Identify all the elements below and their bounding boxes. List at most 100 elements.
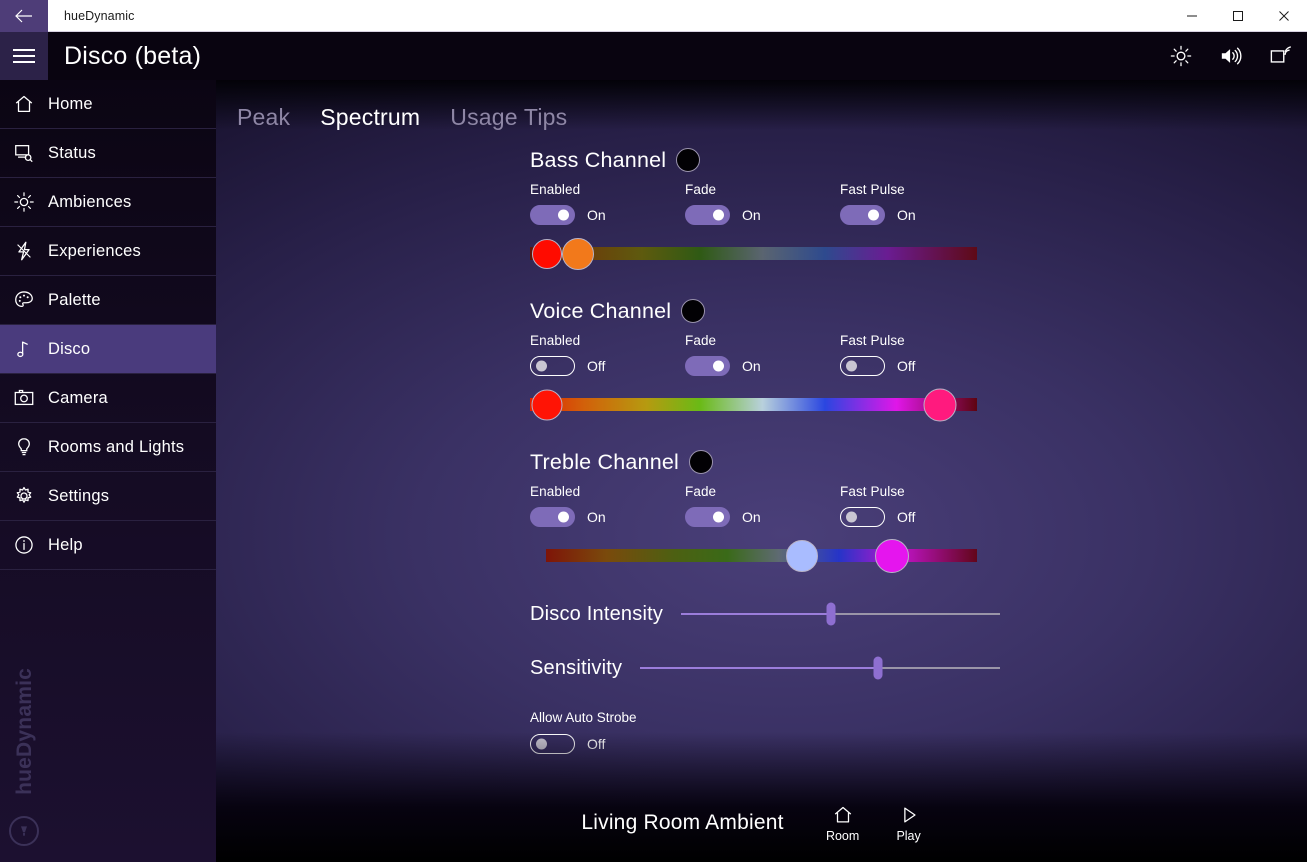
play-button[interactable]: Play	[876, 804, 942, 843]
gradient-thumb-start[interactable]	[531, 389, 563, 420]
sidebar-item-status[interactable]: Status	[0, 129, 216, 178]
fast-pulse-toggle[interactable]	[840, 356, 885, 376]
music-note-icon	[0, 338, 48, 360]
gradient-thumb-end[interactable]	[875, 538, 910, 573]
play-icon	[903, 806, 916, 823]
sidebar-item-experiences[interactable]: Experiences	[0, 227, 216, 276]
sidebar-item-rooms-and-lights[interactable]: Rooms and Lights	[0, 423, 216, 472]
fast-pulse-toggle[interactable]	[840, 205, 885, 225]
status-icon	[0, 142, 48, 164]
info-icon	[0, 534, 48, 556]
gradient-thumb-end[interactable]	[923, 388, 957, 421]
gradient-thumb-end[interactable]	[562, 237, 595, 270]
control-toggle-wrap: On	[530, 205, 685, 225]
tab-usage-tips[interactable]: Usage Tips	[450, 104, 567, 131]
control-label: Enabled	[530, 333, 581, 348]
sidebar-item-label: Camera	[48, 388, 108, 407]
toggle-knob	[713, 511, 724, 523]
channel-color-dot[interactable]	[681, 299, 706, 323]
voice-color-range-slider[interactable]	[530, 388, 977, 421]
control-label: Fade	[685, 484, 717, 499]
control-toggle-wrap: On	[530, 507, 685, 527]
channel-header: Bass Channel	[530, 143, 1000, 177]
toggle-knob	[846, 511, 857, 523]
camera-icon	[0, 387, 48, 409]
fade-toggle[interactable]	[685, 507, 730, 527]
gradient-thumb-start[interactable]	[785, 539, 818, 572]
gradient-thumb-start[interactable]	[531, 238, 562, 269]
brightness-button[interactable]	[1157, 32, 1205, 80]
toggle-knob	[558, 511, 569, 523]
close-icon	[1279, 10, 1289, 21]
control-fast-pulse: Fast Pulse Off	[840, 484, 915, 527]
volume-button[interactable]	[1207, 32, 1255, 80]
titlebar: hueDynamic	[0, 0, 1307, 32]
bass-color-range-slider[interactable]	[530, 237, 977, 270]
control-enabled: Enabled On	[530, 484, 685, 527]
fade-toggle[interactable]	[685, 205, 730, 225]
minimize-button[interactable]	[1169, 0, 1215, 32]
sidebar-item-palette[interactable]: Palette	[0, 276, 216, 325]
hamburger-icon	[13, 45, 35, 67]
bolt-icon	[0, 240, 48, 262]
cast-button[interactable]	[1257, 32, 1305, 80]
sensitivity-slider[interactable]	[640, 656, 1000, 680]
sidebar-item-label: Ambiences	[48, 192, 132, 211]
enabled-toggle[interactable]	[530, 356, 575, 376]
control-label: Enabled	[530, 182, 581, 197]
menu-button[interactable]	[0, 32, 48, 80]
bass-channel-section: Bass Channel Enabled On Fade On Fast Pul…	[530, 143, 1000, 270]
channel-title: Treble Channel	[530, 449, 680, 474]
allow-auto-strobe-section: Allow Auto Strobe Off	[530, 710, 1000, 754]
channel-controls: Enabled On Fade On Fas	[530, 182, 1000, 225]
brand-wordmark: hueDynamic	[8, 656, 42, 806]
sidebar-item-home[interactable]: Home	[0, 80, 216, 129]
control-fade: Fade On	[685, 182, 840, 225]
sidebar-item-settings[interactable]: Settings	[0, 472, 216, 521]
back-button[interactable]	[0, 0, 48, 32]
slider-thumb[interactable]	[873, 656, 883, 680]
sensitivity-row: Sensitivity	[530, 648, 1000, 688]
toggle-state-label: Off	[897, 509, 916, 525]
toggle-knob	[536, 738, 547, 750]
brightness-icon	[1170, 45, 1192, 67]
disco-intensity-slider[interactable]	[681, 602, 1000, 626]
channel-color-dot[interactable]	[689, 450, 714, 474]
control-toggle-wrap: On	[685, 356, 840, 376]
enabled-toggle[interactable]	[530, 507, 575, 527]
gear-icon	[0, 485, 48, 507]
sidebar-item-disco[interactable]: Disco	[0, 325, 216, 374]
sensitivity-label: Sensitivity	[530, 656, 623, 679]
hue-bulb-logo-icon	[9, 816, 39, 846]
play-label: Play	[896, 828, 921, 843]
toggle-knob	[846, 360, 857, 372]
room-label: Room	[825, 828, 860, 843]
sidebar-item-camera[interactable]: Camera	[0, 374, 216, 423]
slider-fill	[640, 667, 878, 669]
maximize-icon	[1233, 10, 1243, 21]
enabled-toggle[interactable]	[530, 205, 575, 225]
sidebar-item-label: Palette	[48, 290, 101, 309]
bulb-icon	[0, 436, 48, 458]
sidebar-item-ambiences[interactable]: Ambiences	[0, 178, 216, 227]
sidebar-item-help[interactable]: Help	[0, 521, 216, 570]
maximize-button[interactable]	[1215, 0, 1261, 32]
fast-pulse-toggle[interactable]	[840, 507, 885, 527]
treble-channel-section: Treble Channel Enabled On Fade On Fast P…	[530, 445, 1000, 573]
channel-color-dot[interactable]	[676, 148, 701, 172]
sun-icon	[0, 191, 48, 213]
treble-color-range-slider[interactable]	[546, 538, 977, 573]
toggle-knob	[713, 209, 724, 221]
gradient-track	[530, 398, 977, 411]
close-button[interactable]	[1261, 0, 1307, 32]
slider-thumb[interactable]	[826, 602, 836, 626]
fade-toggle[interactable]	[685, 356, 730, 376]
allow-auto-strobe-wrap: Off	[530, 734, 1000, 754]
now-playing-label: Living Room Ambient	[581, 811, 784, 834]
allow-auto-strobe-toggle[interactable]	[530, 734, 575, 754]
tab-peak[interactable]: Peak	[237, 104, 290, 131]
room-button[interactable]: Room	[810, 804, 876, 843]
tab-spectrum[interactable]: Spectrum	[320, 104, 420, 131]
disco-intensity-row: Disco Intensity	[530, 594, 1000, 634]
allow-auto-strobe-label: Allow Auto Strobe	[530, 710, 637, 725]
